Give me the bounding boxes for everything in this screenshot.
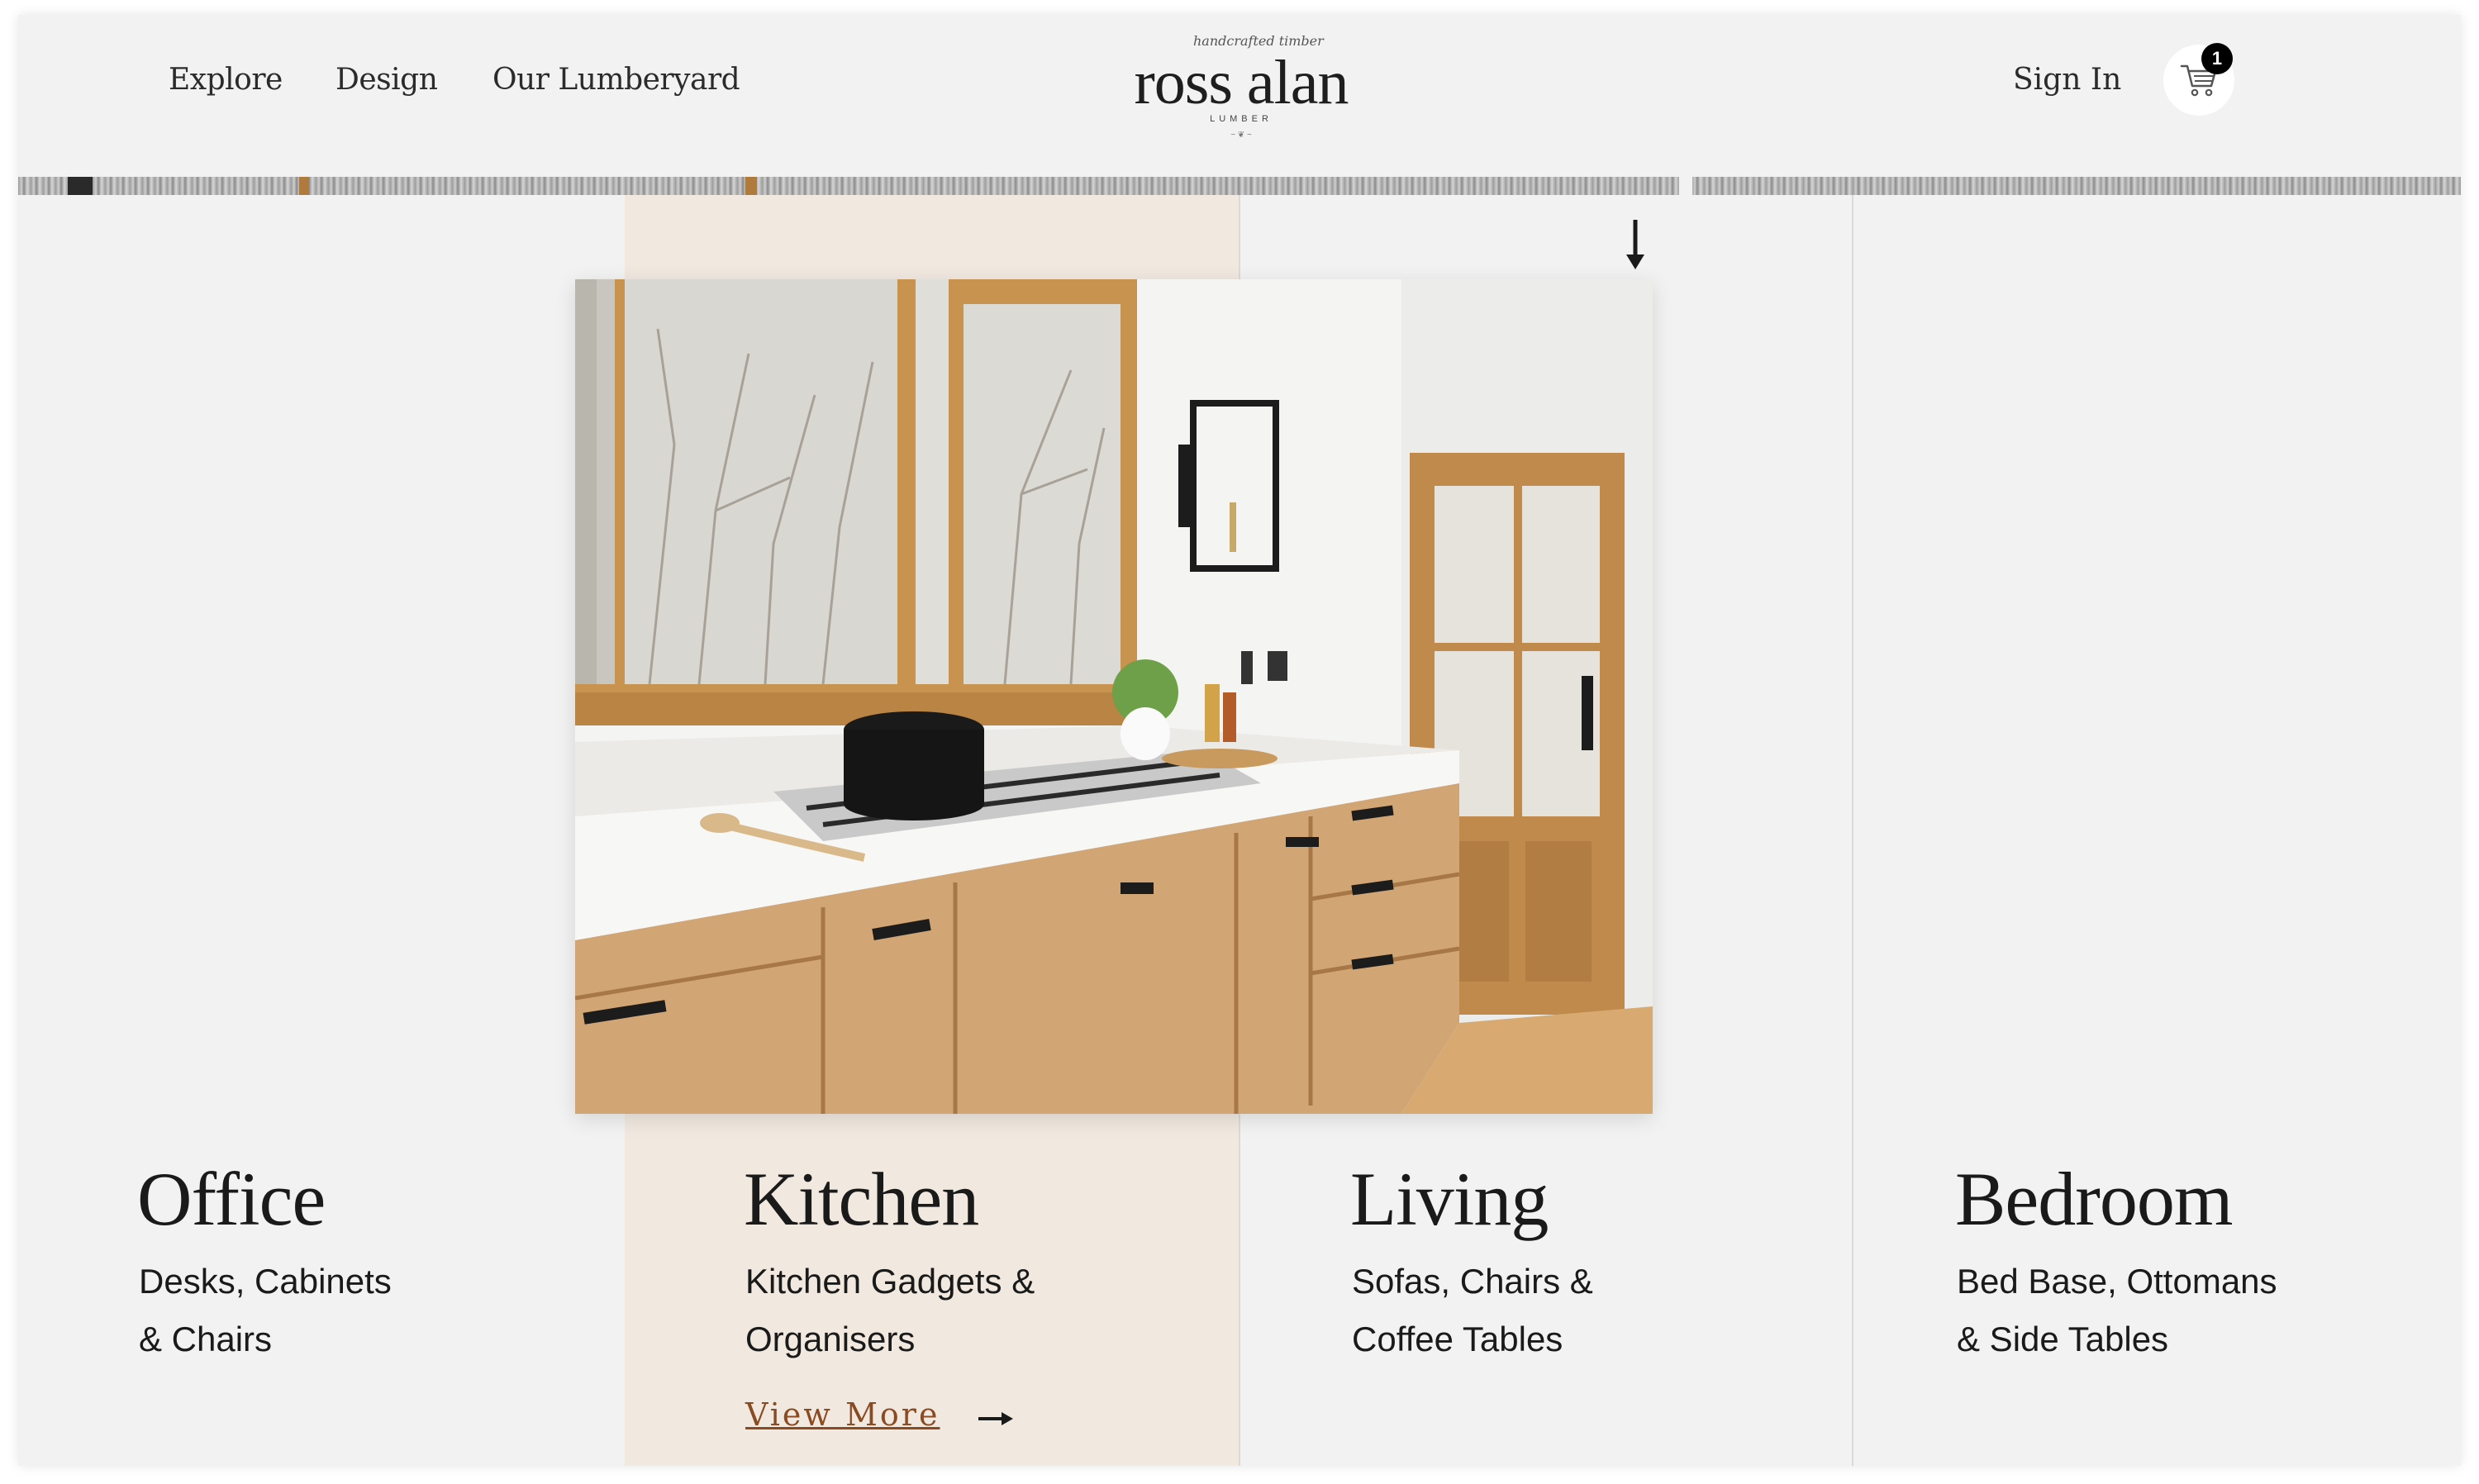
column-divider <box>1852 195 1853 1466</box>
category-desc-line: Bed Base, Ottomans <box>1957 1262 2277 1301</box>
category-desc-office: Desks, Cabinets & Chairs <box>139 1253 392 1368</box>
category-desc-line: & Side Tables <box>1957 1320 2169 1358</box>
kitchen-photo <box>575 279 1653 1114</box>
nav-design[interactable]: Design <box>335 63 438 97</box>
hero-image-strip <box>18 177 2461 195</box>
logo-flourish-icon: ~ ❦ ~ <box>1230 131 1252 140</box>
category-title-kitchen: Kitchen <box>744 1157 979 1241</box>
category-desc-line: Desks, Cabinets <box>139 1262 392 1301</box>
category-title-bedroom: Bedroom <box>1955 1157 2233 1241</box>
nav-our-lumberyard[interactable]: Our Lumberyard <box>492 63 740 97</box>
category-desc-line: & Chairs <box>139 1320 273 1358</box>
cart-count-badge: 1 <box>2201 43 2233 74</box>
page-frame: Explore Design Our Lumberyard handcrafte… <box>18 15 2461 1466</box>
arrow-right-icon[interactable] <box>977 1410 1015 1428</box>
logo-wordmark: ross alan <box>1134 48 1349 117</box>
view-more-link[interactable]: View More <box>745 1396 940 1433</box>
logo-subtitle: LUMBER <box>1210 114 1273 124</box>
category-desc-line: Organisers <box>745 1320 916 1358</box>
brand-logo[interactable]: handcrafted timber ross alan LUMBER ~ ❦ … <box>1117 33 1365 157</box>
scroll-down-arrow-icon[interactable] <box>1623 218 1648 271</box>
nav-explore[interactable]: Explore <box>169 63 283 97</box>
category-desc-bedroom: Bed Base, Ottomans & Side Tables <box>1957 1253 2277 1368</box>
category-desc-line: Coffee Tables <box>1352 1320 1563 1358</box>
site-header: Explore Design Our Lumberyard handcrafte… <box>18 15 2461 177</box>
category-desc-line: Sofas, Chairs & <box>1352 1262 1593 1301</box>
hero-strip-detail <box>68 177 93 195</box>
category-desc-living: Sofas, Chairs & Coffee Tables <box>1352 1253 1593 1368</box>
logo-script-text: handcrafted timber <box>1193 33 1324 49</box>
category-title-living: Living <box>1350 1157 1549 1241</box>
category-desc-kitchen: Kitchen Gadgets & Organisers <box>745 1253 1035 1368</box>
sign-in-link[interactable]: Sign In <box>2013 63 2121 97</box>
kitchen-photo-illustration <box>575 279 1653 1114</box>
hero-strip-detail <box>299 177 309 195</box>
category-desc-line: Kitchen Gadgets & <box>745 1262 1035 1301</box>
category-title-office: Office <box>137 1157 326 1241</box>
hero-strip-detail <box>745 177 757 195</box>
hero-strip-gap <box>1679 177 1692 195</box>
